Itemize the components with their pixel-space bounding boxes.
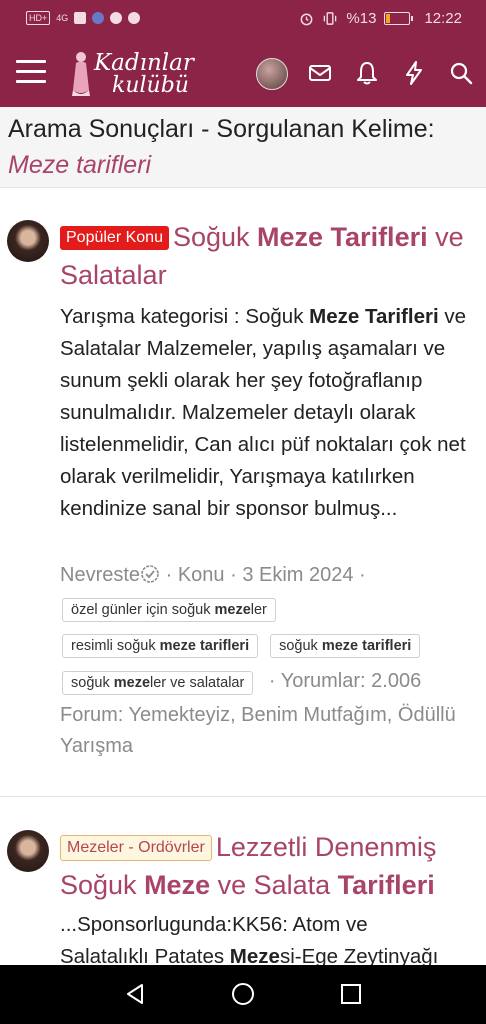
snippet-highlight: Meze Tarifleri <box>309 305 439 328</box>
search-query[interactable]: Meze tarifleri <box>8 151 151 180</box>
popular-badge: Popüler Konu <box>60 226 169 250</box>
vibrate-icon <box>324 12 337 25</box>
battery-icon <box>384 12 414 25</box>
tag[interactable]: özel günler için soğuk mezeler <box>62 598 276 622</box>
separator: · <box>160 564 178 586</box>
divider <box>0 796 486 797</box>
title-text: ve Salata <box>210 870 338 900</box>
title-text: Soğuk <box>172 222 258 252</box>
search-results-header: Arama Sonuçları - Sorgulanan Kelime: Mez… <box>0 107 486 188</box>
comment-count: Yorumlar: 2.006 <box>280 670 422 692</box>
page-title: Arama Sonuçları - Sorgulanan Kelime: <box>8 115 435 143</box>
bolt-icon[interactable] <box>401 60 427 86</box>
category-badge: Mezeler - Ordövrler <box>60 835 212 861</box>
tag-list: özel günler için soğuk mezeler resimli s… <box>62 598 482 706</box>
separator: · <box>224 564 243 586</box>
author-link[interactable]: Nevreste <box>60 564 140 586</box>
result-date: 3 Ekim 2024 <box>242 564 354 586</box>
facebook-icon <box>128 12 141 24</box>
shield-icon <box>92 12 105 24</box>
site-logo[interactable]: Kadınlar kulübü <box>70 48 210 100</box>
tag[interactable]: soğuk meze tarifleri <box>270 634 421 658</box>
clock: 12:22 <box>424 10 462 27</box>
logo-line2: kulübü <box>112 73 189 98</box>
home-icon[interactable] <box>230 981 256 1007</box>
result-meta: Nevreste · Konu · 3 Ekim 2024 · <box>60 560 480 591</box>
status-bar: HD+ 4G %13 12:22 <box>0 0 486 40</box>
snippet-text: ...Sponsorlugunda:KK56: Atom ve <box>60 913 368 936</box>
status-left-icons: HD+ 4G <box>26 11 141 25</box>
recents-icon[interactable] <box>338 981 364 1007</box>
separator: · <box>263 670 281 692</box>
result-type: Konu <box>177 564 225 586</box>
status-right-icons: %13 12:22 <box>299 10 462 27</box>
battery-percent: %13 <box>346 10 377 27</box>
chat-icon <box>110 12 123 24</box>
snippet-text: ve Salatalar Malzemeler, yapılış aşamala… <box>60 305 467 520</box>
app-bar: Kadınlar kulübü <box>0 40 486 107</box>
system-nav-bar <box>0 965 486 1024</box>
result-forum[interactable]: Forum: Yemekteyiz, Benim Mutfağım, Ödüll… <box>60 700 480 762</box>
result-snippet: Yarışma kategorisi : Soğuk Meze Tarifler… <box>60 301 480 525</box>
author-avatar[interactable] <box>7 830 49 872</box>
logo-figure-icon <box>72 52 90 96</box>
title-highlight: Tarifleri <box>337 870 435 900</box>
avatar[interactable] <box>256 58 288 90</box>
result-title[interactable]: Popüler Konu Soğuk Meze Tarifleri ve Sala… <box>60 218 478 294</box>
signal-type: 4G <box>56 13 69 23</box>
nfc-icon <box>74 12 87 24</box>
title-highlight: Meze Tarifleri <box>257 222 428 252</box>
title-highlight: Meze <box>144 870 211 900</box>
menu-icon[interactable] <box>16 60 46 84</box>
mail-icon[interactable] <box>307 60 333 86</box>
author-avatar[interactable] <box>7 220 49 262</box>
verified-icon <box>141 565 159 583</box>
bell-icon[interactable] <box>354 60 380 86</box>
result-title[interactable]: Mezeler - Ordövrler Lezzetli Denenmiş Soğ… <box>60 828 478 904</box>
alarm-icon <box>301 13 313 26</box>
tag[interactable]: soğuk mezeler ve salatalar <box>62 671 254 695</box>
network-type: HD+ <box>26 11 51 25</box>
search-icon[interactable] <box>448 60 474 86</box>
snippet-text: Yarışma kategorisi : Soğuk <box>60 305 310 328</box>
separator: · <box>353 564 366 586</box>
tag[interactable]: resimli soğuk meze tarifleri <box>62 634 259 658</box>
back-icon[interactable] <box>122 981 148 1007</box>
result-snippet: ...Sponsorlugunda:KK56: Atom ve Salatalı… <box>60 909 480 973</box>
